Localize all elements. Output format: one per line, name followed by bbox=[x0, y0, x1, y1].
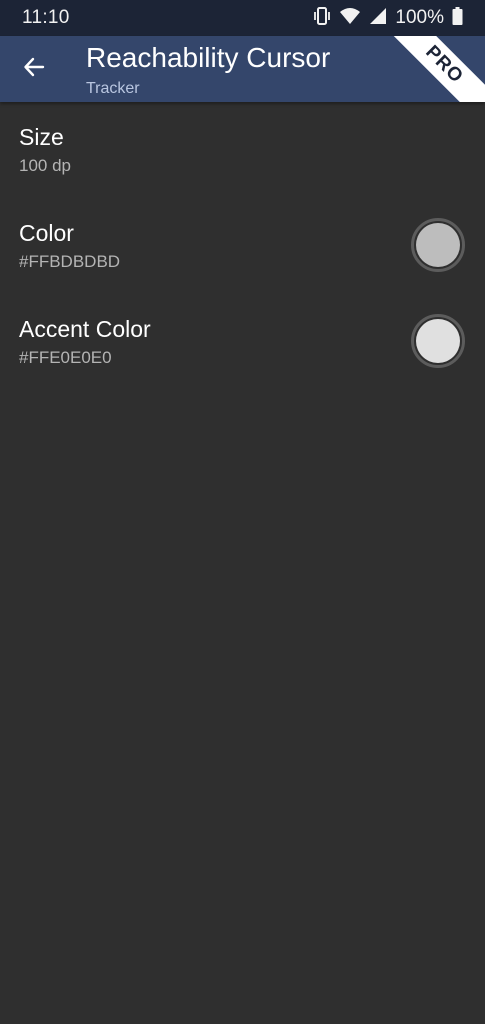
arrow-left-icon bbox=[23, 56, 45, 83]
setting-summary: 100 dp bbox=[19, 156, 71, 175]
battery-percent: 100% bbox=[395, 7, 444, 28]
accent-color-swatch-fill bbox=[416, 319, 460, 363]
setting-title: Size bbox=[19, 124, 64, 150]
page-title: Reachability Cursor bbox=[86, 42, 331, 73]
color-swatch-fill bbox=[416, 223, 460, 267]
status-time: 11:10 bbox=[22, 7, 70, 28]
page-subtitle: Tracker bbox=[86, 80, 140, 97]
setting-summary: #FFE0E0E0 bbox=[19, 348, 112, 367]
app-bar: Reachability Cursor Tracker PRO bbox=[0, 36, 485, 102]
back-button[interactable] bbox=[14, 49, 54, 89]
status-bar: 11:10 100% bbox=[0, 0, 485, 36]
setting-summary: #FFBDBDBD bbox=[19, 252, 121, 271]
accent-color-swatch[interactable] bbox=[411, 314, 465, 368]
pro-ribbon: PRO bbox=[380, 36, 485, 102]
setting-size[interactable]: Size 100 dp bbox=[0, 102, 485, 198]
color-swatch[interactable] bbox=[411, 218, 465, 272]
battery-icon bbox=[452, 6, 463, 30]
setting-title: Accent Color bbox=[19, 316, 151, 342]
pro-label: PRO bbox=[421, 41, 468, 88]
signal-icon bbox=[369, 7, 387, 30]
wifi-icon bbox=[339, 7, 361, 30]
vibrate-icon bbox=[313, 6, 331, 31]
setting-title: Color bbox=[19, 220, 74, 246]
status-icons: 100% bbox=[313, 6, 463, 31]
